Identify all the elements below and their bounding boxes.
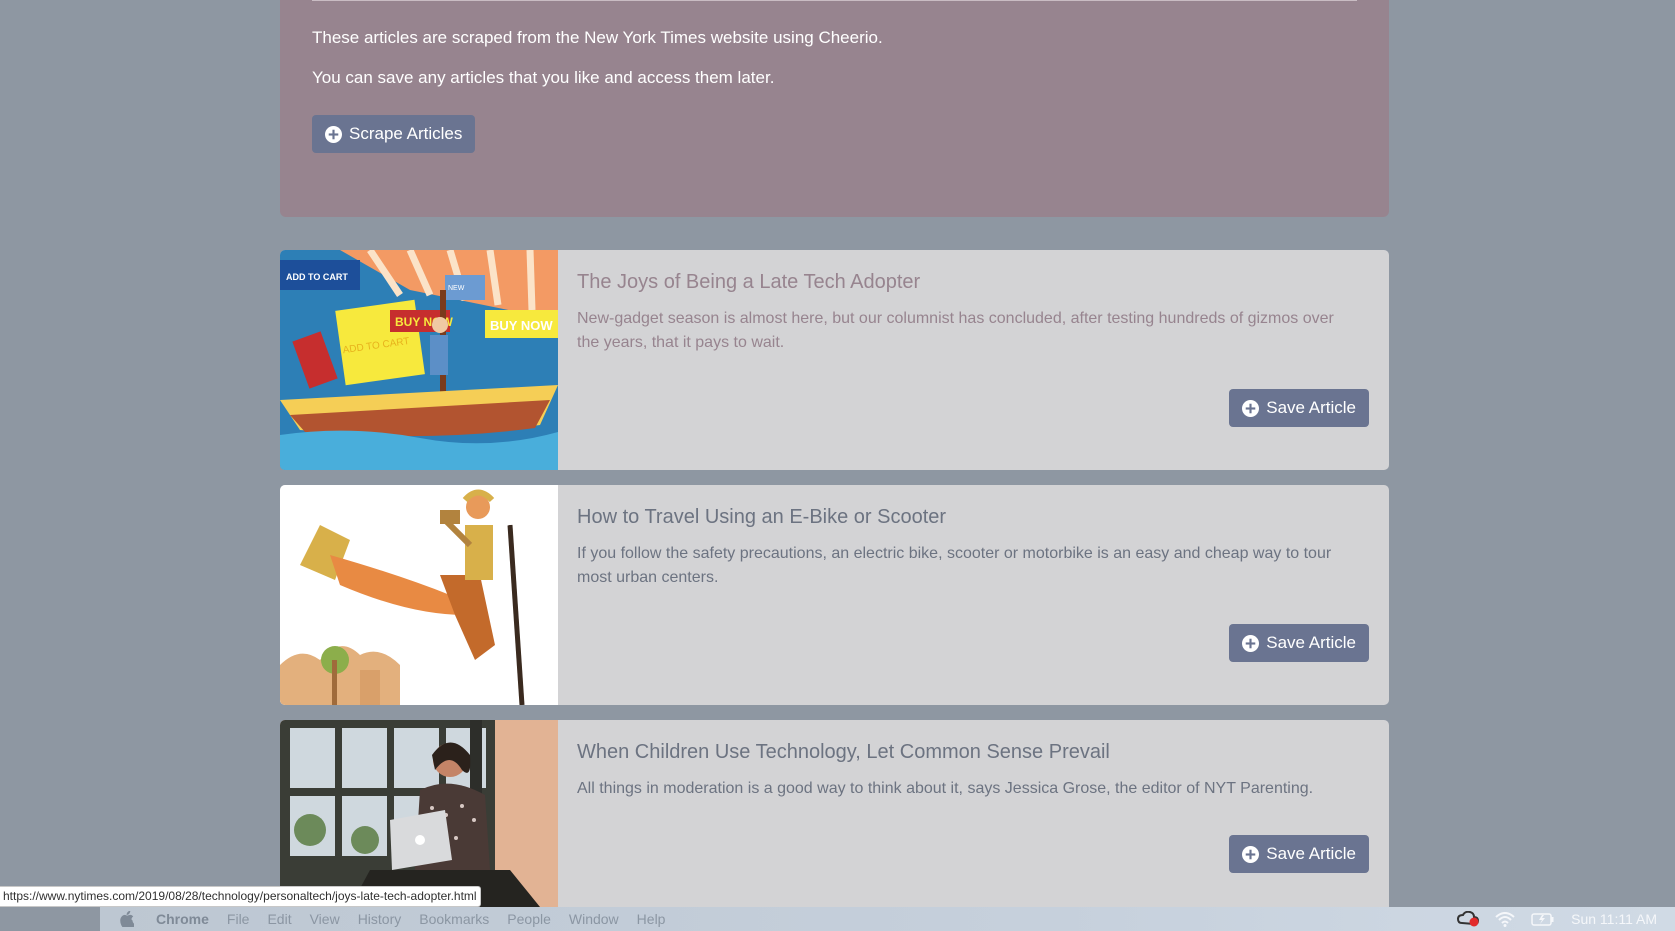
menu-item-window[interactable]: Window [569, 911, 619, 927]
article-title[interactable]: When Children Use Technology, Let Common… [577, 741, 1110, 764]
menu-item-people[interactable]: People [507, 911, 551, 927]
link-status-bar: https://www.nytimes.com/2019/08/28/techn… [0, 886, 481, 907]
battery-icon[interactable] [1531, 912, 1555, 926]
scrape-articles-label: Scrape Articles [349, 124, 463, 143]
apple-icon[interactable] [120, 911, 134, 927]
article-image-scooter[interactable] [280, 485, 558, 705]
article-summary: If you follow the safety precautions, an… [577, 545, 1332, 586]
menu-item-history[interactable]: History [358, 911, 402, 927]
plus-circle-icon [1242, 399, 1260, 417]
menu-app-chrome[interactable]: Chrome [156, 911, 209, 927]
article-title[interactable]: How to Travel Using an E-Bike or Scooter [577, 506, 946, 529]
divider [312, 0, 1357, 1]
plus-circle-icon [1242, 845, 1260, 863]
article-image-ship[interactable]: ADD TO CART NEW ADD TO CART BUY NOW BUY … [280, 250, 558, 470]
intro-text: These articles are scraped from the New … [312, 28, 883, 47]
menu-item-help[interactable]: Help [637, 911, 666, 927]
save-article-label: Save Article [1266, 844, 1356, 863]
article-card: ADD TO CART NEW ADD TO CART BUY NOW BUY … [280, 250, 1389, 470]
plus-circle-icon [325, 125, 342, 143]
creative-cloud-icon[interactable] [1457, 911, 1480, 927]
menu-item-file[interactable]: File [227, 911, 250, 927]
save-article-button[interactable]: Save Article [1229, 624, 1369, 662]
jumbotron: These articles are scraped from the New … [280, 0, 1389, 217]
article-card: When Children Use Technology, Let Common… [280, 720, 1389, 907]
intro-text-save: You can save any articles that you like … [312, 68, 775, 87]
menu-item-view[interactable]: View [310, 911, 340, 927]
article-title[interactable]: The Joys of Being a Late Tech Adopter [577, 271, 920, 294]
menubar-clock[interactable]: Sun 11:11 AM [1571, 911, 1657, 927]
article-summary: All things in moderation is a good way t… [577, 780, 1314, 797]
image-text-buy-now-2: BUY NOW [490, 318, 553, 333]
save-article-label: Save Article [1266, 398, 1356, 417]
menu-bar: Chrome File Edit View History Bookmarks … [100, 907, 1675, 931]
plus-circle-icon [1242, 634, 1260, 652]
scrape-articles-button[interactable]: Scrape Articles [312, 115, 476, 153]
image-text-add-to-cart: ADD TO CART [286, 272, 348, 282]
save-article-button[interactable]: Save Article [1229, 835, 1369, 873]
article-card: How to Travel Using an E-Bike or Scooter… [280, 485, 1389, 705]
wifi-icon[interactable] [1495, 911, 1515, 927]
save-article-label: Save Article [1266, 633, 1356, 652]
menu-item-edit[interactable]: Edit [267, 911, 291, 927]
article-image-laptop[interactable] [280, 720, 558, 907]
menu-item-bookmarks[interactable]: Bookmarks [419, 911, 489, 927]
article-summary: New-gadget season is almost here, but ou… [577, 310, 1334, 351]
save-article-button[interactable]: Save Article [1229, 389, 1369, 427]
image-text-new: NEW [448, 285, 465, 292]
